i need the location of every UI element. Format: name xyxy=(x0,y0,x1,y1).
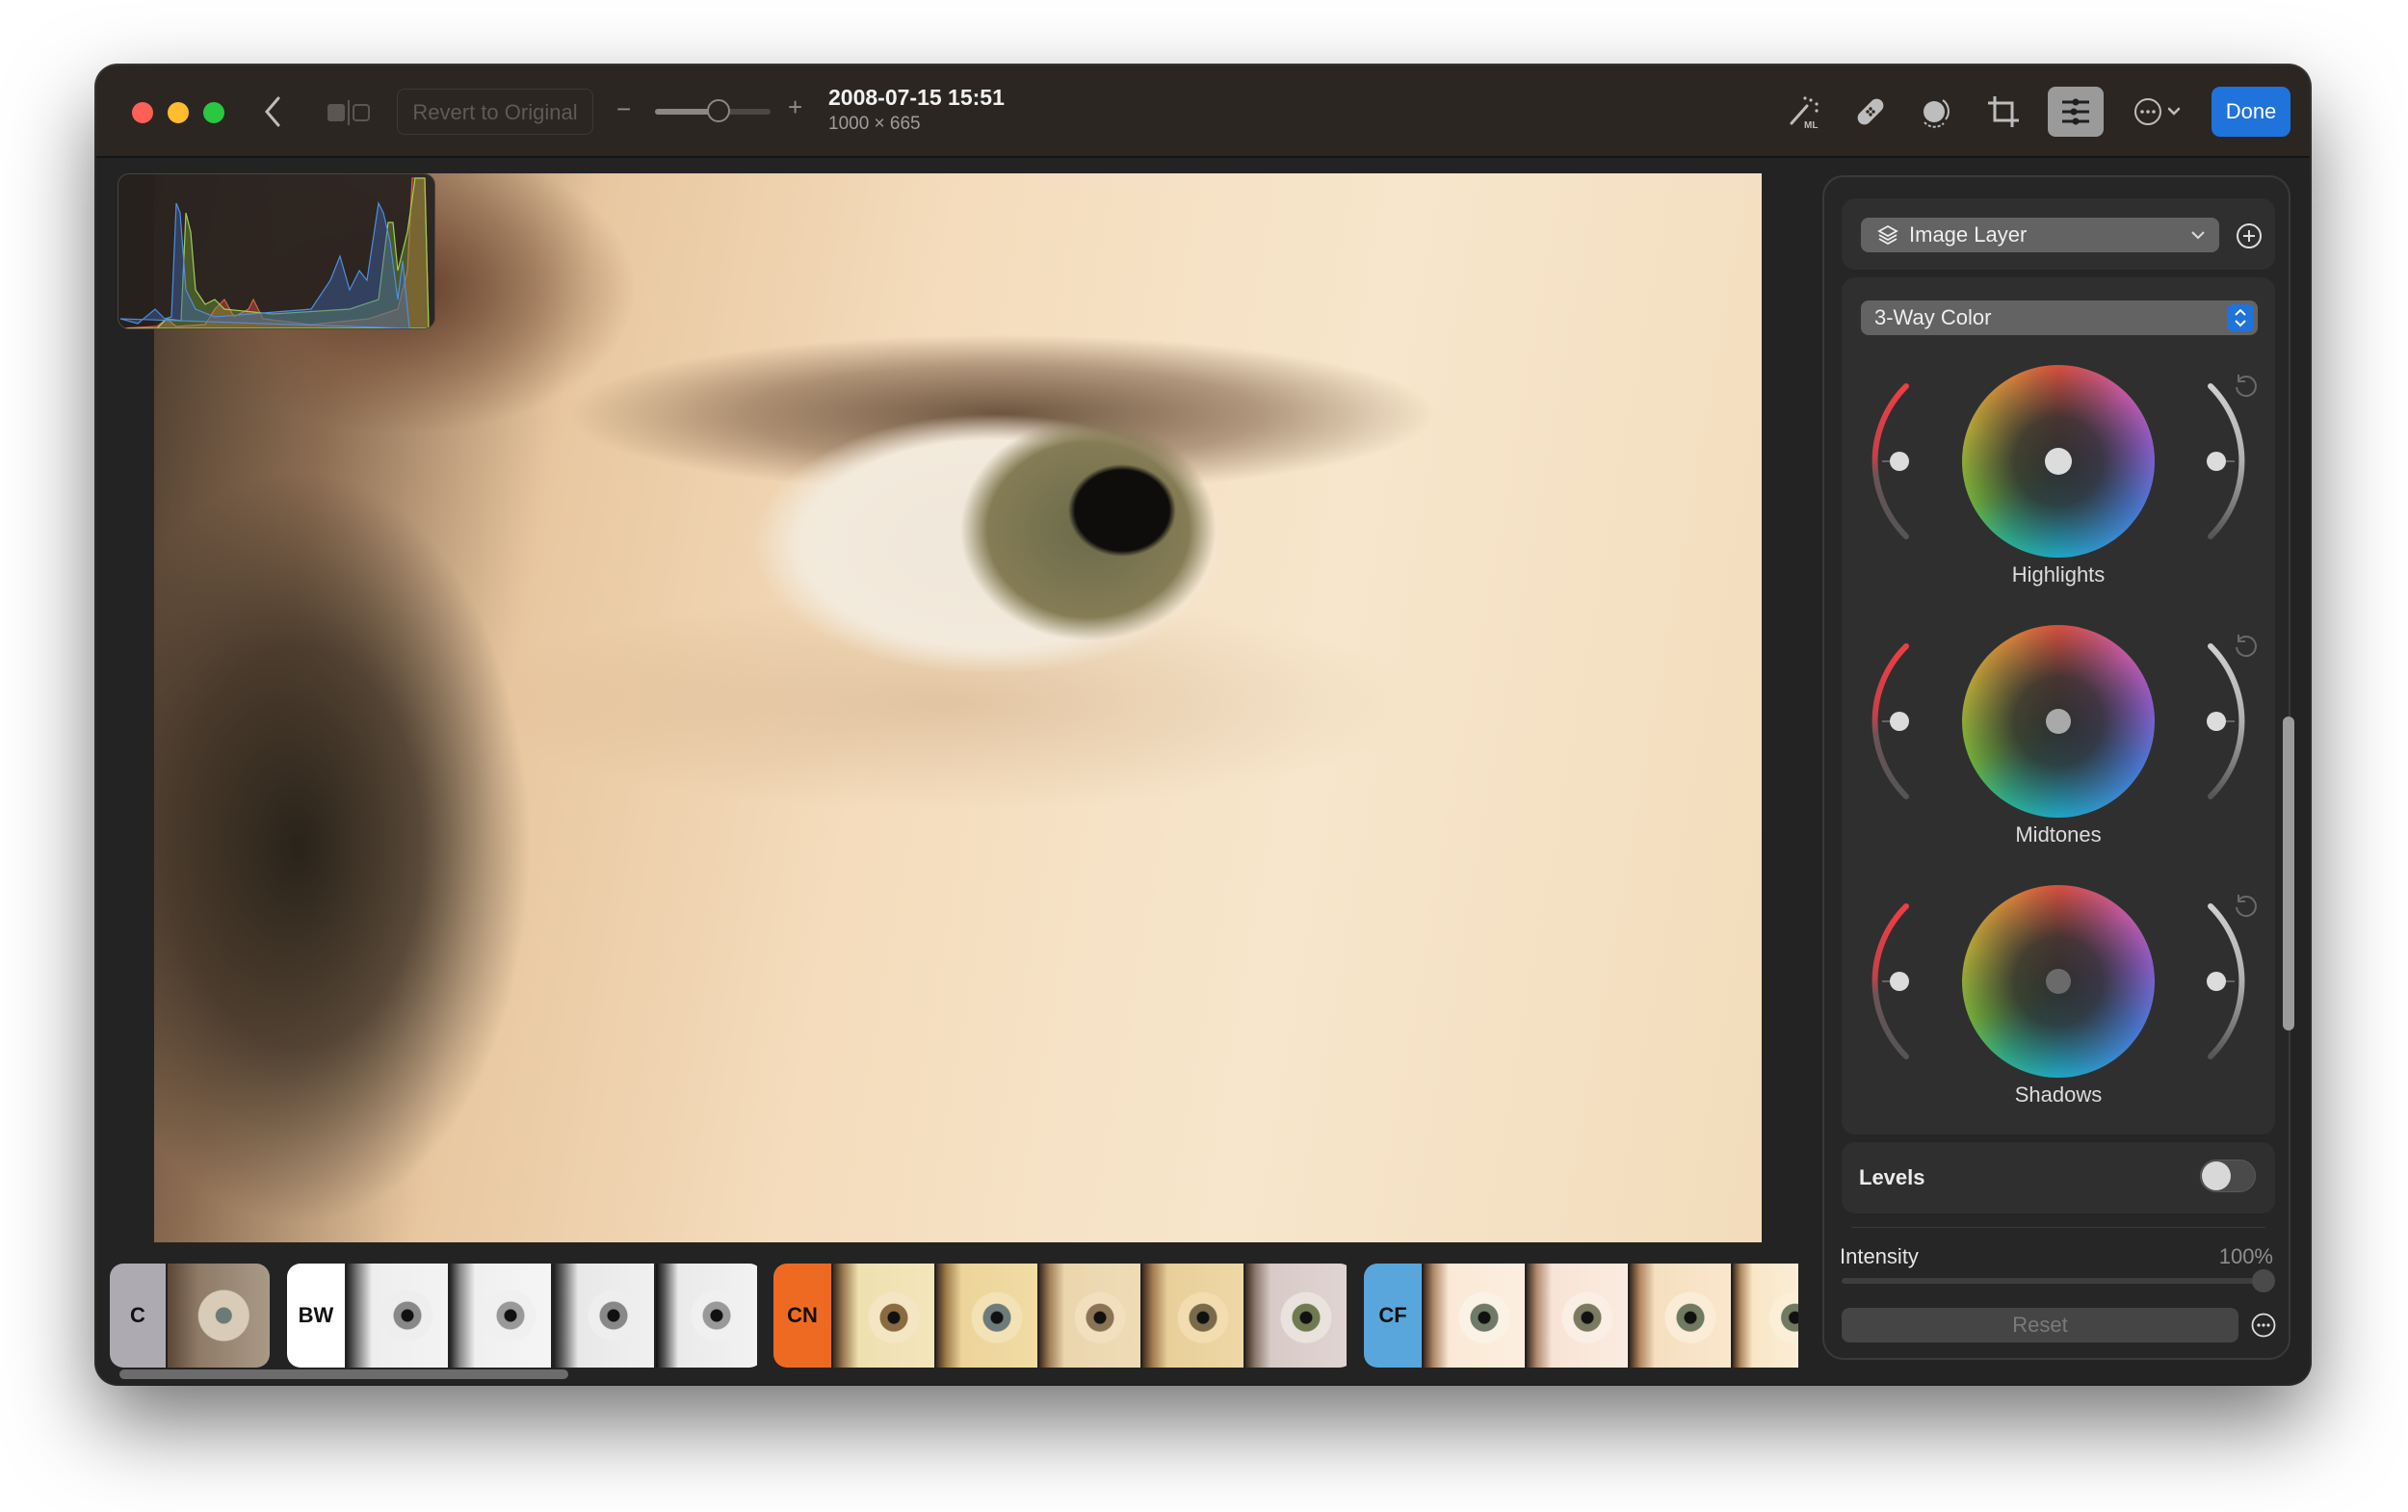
intensity-value: 100% xyxy=(2218,1244,2273,1268)
chevron-left-icon xyxy=(265,96,280,127)
reset-wheel-icon[interactable] xyxy=(2232,892,2259,919)
histogram-blue-channel xyxy=(119,201,410,328)
photo-preview[interactable] xyxy=(154,173,1762,1242)
look-thumbnail[interactable] xyxy=(831,1264,934,1368)
photo-editor-window: Revert to Original − + 2008-07-15 15:51 … xyxy=(96,65,2310,1384)
look-thumbnail[interactable] xyxy=(1628,1264,1731,1368)
chevron-down-icon xyxy=(2191,231,2205,240)
effects-button[interactable] xyxy=(1913,89,1959,135)
look-thumbnail[interactable] xyxy=(1243,1264,1347,1368)
photo-dimensions: 1000 × 665 xyxy=(828,114,921,134)
adjustment-type-dropdown[interactable]: 3-Way Color xyxy=(1861,300,2258,335)
magic-wand-ml-icon: ML xyxy=(1790,96,1819,131)
color-wheel-midtones: Midtones xyxy=(1842,620,2275,880)
levels-toggle-knob xyxy=(2202,1161,2231,1190)
stepper-icon xyxy=(2227,304,2254,331)
sliders-icon xyxy=(2062,98,2089,125)
layer-dropdown[interactable]: Image Layer xyxy=(1861,218,2219,252)
photo-title: 2008-07-15 15:51 xyxy=(828,85,1005,110)
look-tag: BW xyxy=(287,1264,345,1368)
look-thumbnail[interactable] xyxy=(1422,1264,1525,1368)
reset-button[interactable]: Reset xyxy=(1842,1308,2238,1343)
layer-card: Image Layer xyxy=(1842,198,2275,270)
luminance-handle[interactable] xyxy=(2207,712,2226,731)
look-thumbnail[interactable] xyxy=(934,1264,1037,1368)
wheel-center-handle[interactable] xyxy=(2046,709,2071,734)
filmstrip-scrollbar[interactable] xyxy=(119,1369,568,1379)
compare-button[interactable] xyxy=(326,100,374,125)
divider xyxy=(1851,1227,2265,1228)
look-thumbnail[interactable] xyxy=(448,1264,551,1368)
look-thumbnail[interactable] xyxy=(345,1264,448,1368)
look-thumbnail[interactable] xyxy=(1140,1264,1243,1368)
levels-label: Levels xyxy=(1859,1165,1925,1189)
panel-scrollbar[interactable] xyxy=(2283,717,2294,1030)
more-options-icon[interactable] xyxy=(2250,1312,2277,1339)
zoom-slider[interactable] xyxy=(655,99,771,122)
look-group-cf[interactable]: CF xyxy=(1364,1264,1807,1368)
ellipsis-circle-icon xyxy=(2134,98,2181,125)
look-thumbnail[interactable] xyxy=(1525,1264,1628,1368)
look-thumbnail[interactable] xyxy=(551,1264,654,1368)
bandage-icon xyxy=(1857,98,1884,125)
add-layer-icon[interactable] xyxy=(2235,222,2264,250)
back-button[interactable] xyxy=(258,94,289,129)
look-thumbnail[interactable] xyxy=(1037,1264,1140,1368)
luminance-handle[interactable] xyxy=(2207,452,2226,471)
saturation-handle[interactable] xyxy=(1890,452,1909,471)
toolbar: Revert to Original − + 2008-07-15 15:51 … xyxy=(96,65,2310,158)
look-tag: C xyxy=(110,1264,166,1368)
wheel-label: Shadows xyxy=(2014,1082,2103,1107)
look-group-cn[interactable]: CN xyxy=(773,1264,1353,1368)
color-wheel-highlights: Highlights xyxy=(1842,360,2275,620)
look-group-c[interactable]: C xyxy=(110,1264,270,1368)
retouch-button[interactable] xyxy=(1847,89,1894,135)
looks-filmstrip: C BW CN CF xyxy=(96,1261,1820,1384)
zoom-out-button[interactable]: − xyxy=(616,94,631,124)
look-thumbnail[interactable] xyxy=(1731,1264,1798,1368)
minimize-window-button[interactable] xyxy=(168,102,189,123)
adjustment-type-value: 3-Way Color xyxy=(1874,305,1992,329)
split-compare-icon xyxy=(327,100,370,125)
intensity-label: Intensity xyxy=(1840,1244,1919,1268)
svg-text:ML: ML xyxy=(1804,120,1818,131)
levels-card: Levels xyxy=(1842,1142,2275,1213)
look-thumbnail[interactable] xyxy=(166,1264,270,1368)
look-group-bw[interactable]: BW xyxy=(287,1264,763,1368)
rotate-circle-icon xyxy=(1924,99,1950,128)
canvas-area xyxy=(96,158,1820,1261)
color-wheel-shadows: Shadows xyxy=(1842,880,2275,1140)
intensity-slider-knob[interactable] xyxy=(2252,1269,2275,1292)
histogram xyxy=(118,173,435,329)
zoom-slider-knob[interactable] xyxy=(707,99,730,122)
adjustments-panel: Image Layer 3-Way Color Highlights Midto… xyxy=(1822,175,2290,1360)
layer-dropdown-value: Image Layer xyxy=(1909,222,2028,247)
ml-enhance-button[interactable]: ML xyxy=(1782,89,1828,135)
saturation-handle[interactable] xyxy=(1890,972,1909,991)
more-options-button[interactable] xyxy=(2129,89,2190,135)
revert-to-original-button[interactable]: Revert to Original xyxy=(397,89,593,135)
reset-wheel-icon[interactable] xyxy=(2232,632,2259,659)
zoom-in-button[interactable]: + xyxy=(788,92,802,122)
wheel-label: Highlights xyxy=(2011,562,2106,587)
wheel-label: Midtones xyxy=(2015,822,2102,847)
three-way-color-card: 3-Way Color Highlights Midtones Shadows xyxy=(1842,277,2275,1134)
look-thumbnail[interactable] xyxy=(654,1264,757,1368)
luminance-handle[interactable] xyxy=(2207,972,2226,991)
adjust-button[interactable] xyxy=(2048,87,2104,137)
wheel-center-handle[interactable] xyxy=(2045,448,2072,475)
crop-button[interactable] xyxy=(1980,89,2027,135)
done-button[interactable]: Done xyxy=(2212,87,2290,137)
look-tag: CN xyxy=(773,1264,831,1368)
close-window-button[interactable] xyxy=(132,102,153,123)
layers-icon xyxy=(1877,224,1898,246)
look-tag: CF xyxy=(1364,1264,1422,1368)
crop-icon xyxy=(1988,96,2019,127)
levels-toggle[interactable] xyxy=(2200,1160,2256,1192)
saturation-handle[interactable] xyxy=(1890,712,1909,731)
wheel-center-handle[interactable] xyxy=(2046,969,2071,994)
reset-wheel-icon[interactable] xyxy=(2232,372,2259,399)
zoom-window-button[interactable] xyxy=(203,102,224,123)
intensity-slider[interactable] xyxy=(1842,1269,2275,1292)
